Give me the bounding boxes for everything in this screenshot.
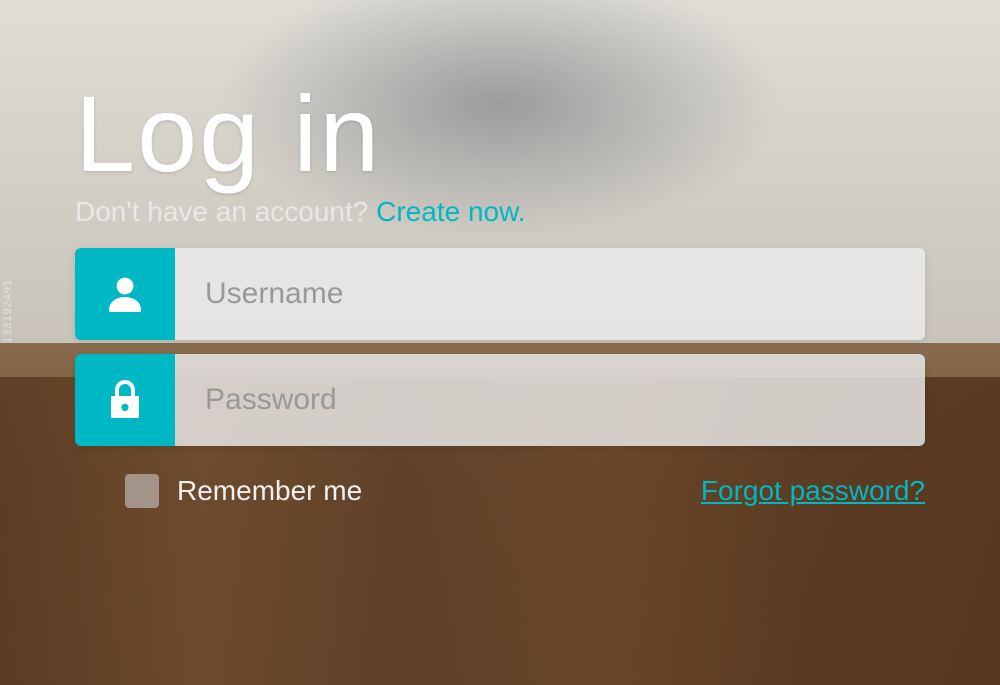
lock-icon <box>75 354 175 446</box>
password-input[interactable] <box>175 354 925 446</box>
watermark: 133192491 <box>2 278 14 342</box>
login-panel: Log in Don't have an account? Create now… <box>75 80 925 508</box>
remember-checkbox[interactable] <box>125 474 159 508</box>
username-row <box>75 248 925 340</box>
subtitle-row: Don't have an account? Create now. <box>75 196 925 228</box>
remember-label: Remember me <box>177 475 362 507</box>
create-account-link[interactable]: Create now. <box>376 196 525 227</box>
options-row: Remember me Forgot password? <box>75 474 925 508</box>
forgot-password-link[interactable]: Forgot password? <box>701 475 925 507</box>
user-icon <box>75 248 175 340</box>
username-input[interactable] <box>175 248 925 340</box>
page-title: Log in <box>75 80 925 188</box>
subtitle-text: Don't have an account? <box>75 196 368 227</box>
remember-group: Remember me <box>125 474 362 508</box>
password-row <box>75 354 925 446</box>
